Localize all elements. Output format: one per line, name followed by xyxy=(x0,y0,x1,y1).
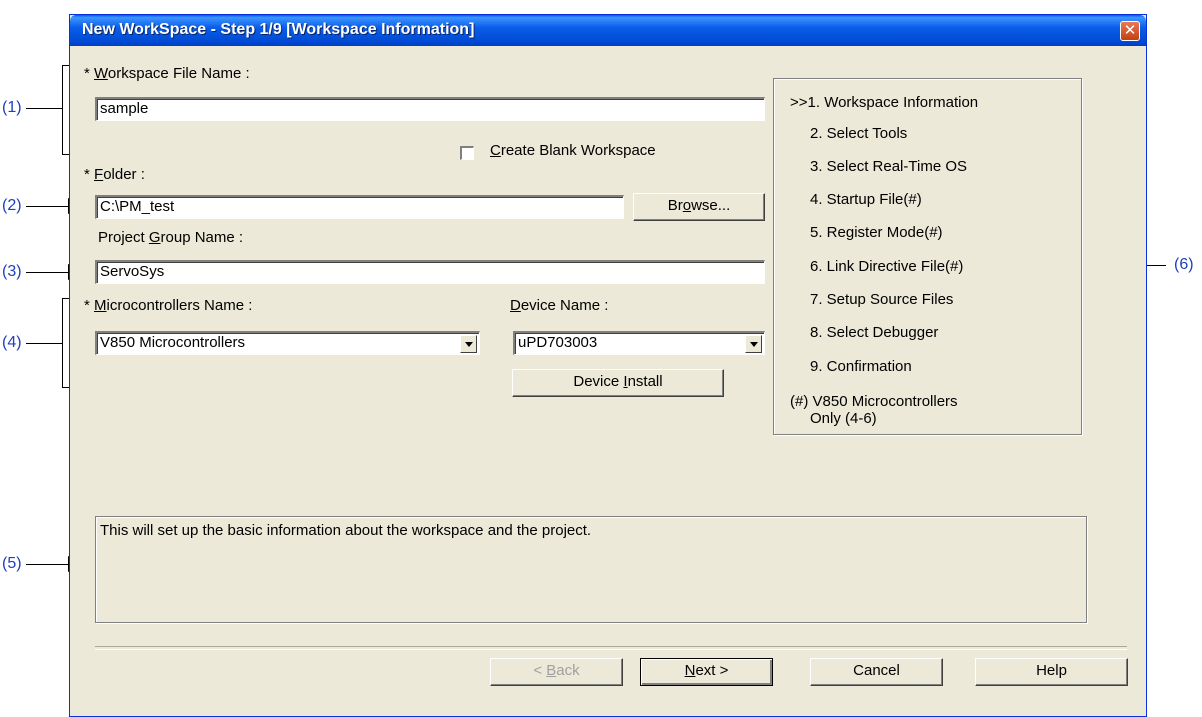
step-item: 3. Select Real-Time OS xyxy=(810,158,967,175)
create-blank-workspace-checkbox[interactable] xyxy=(460,146,474,160)
folder-input[interactable]: C:\PM_test xyxy=(95,195,624,219)
step-item: 4. Startup File(#) xyxy=(810,191,922,208)
separator xyxy=(95,646,1127,650)
callout-2: (2) xyxy=(2,197,22,214)
callout-1: (1) xyxy=(2,99,22,116)
step-item: 5. Register Mode(#) xyxy=(810,224,943,241)
step-item: >>1. Workspace Information xyxy=(790,94,979,111)
dialog-title: New WorkSpace - Step 1/9 [Workspace Info… xyxy=(82,21,475,38)
callout-2-line xyxy=(26,206,70,207)
project-group-name-label: Project Group Name : xyxy=(98,229,244,246)
chevron-down-icon[interactable] xyxy=(745,335,762,353)
description-box: This will set up the basic information a… xyxy=(95,516,1087,623)
device-selected-value: uPD703003 xyxy=(518,334,598,351)
steps-note: Only (4-6) xyxy=(810,410,877,427)
project-group-name-input[interactable]: ServoSys xyxy=(95,260,765,284)
microcontrollers-selected-value: V850 Microcontrollers xyxy=(100,334,246,351)
callout-3: (3) xyxy=(2,263,22,280)
cancel-button[interactable]: Cancel xyxy=(810,658,943,686)
step-item: 2. Select Tools xyxy=(810,125,908,142)
callout-5-line xyxy=(26,564,70,565)
description-text: This will set up the basic information a… xyxy=(100,522,592,539)
device-name-select[interactable]: uPD703003 xyxy=(513,331,765,355)
browse-button[interactable]: Browse... xyxy=(633,193,765,221)
back-button[interactable]: < Back xyxy=(490,658,623,686)
title-bar[interactable]: New WorkSpace - Step 1/9 [Workspace Info… xyxy=(70,15,1146,46)
help-button[interactable]: Help xyxy=(975,658,1128,686)
callout-4-line xyxy=(26,343,62,344)
workspace-file-name-label: * Workspace File Name : xyxy=(84,65,250,82)
microcontrollers-name-label: * Microcontrollers Name : xyxy=(84,297,253,314)
callout-6: (6) xyxy=(1174,256,1194,273)
next-button[interactable]: Next > xyxy=(640,658,773,686)
steps-panel: >>1. Workspace Information 2. Select Too… xyxy=(773,78,1082,435)
new-workspace-dialog: New WorkSpace - Step 1/9 [Workspace Info… xyxy=(69,14,1147,717)
workspace-file-name-input[interactable]: sample xyxy=(95,97,765,121)
callout-3-line xyxy=(26,272,70,273)
chevron-down-icon[interactable] xyxy=(460,335,477,353)
step-item: 6. Link Directive File(#) xyxy=(810,258,964,275)
callout-5: (5) xyxy=(2,555,22,572)
callout-4: (4) xyxy=(2,334,22,351)
step-item: 7. Setup Source Files xyxy=(810,291,954,308)
step-item: 9. Confirmation xyxy=(810,358,912,375)
close-icon[interactable]: ✕ xyxy=(1120,21,1140,41)
callout-1-line xyxy=(26,108,62,109)
steps-note: (#) V850 Microcontrollers xyxy=(790,393,958,410)
create-blank-workspace-label[interactable]: Create Blank Workspace xyxy=(490,142,656,159)
folder-label: * Folder : xyxy=(84,166,145,183)
device-install-button[interactable]: Device Install xyxy=(512,369,724,397)
microcontrollers-name-select[interactable]: V850 Microcontrollers xyxy=(95,331,480,355)
step-item: 8. Select Debugger xyxy=(810,324,939,341)
device-name-label: Device Name : xyxy=(510,297,609,314)
